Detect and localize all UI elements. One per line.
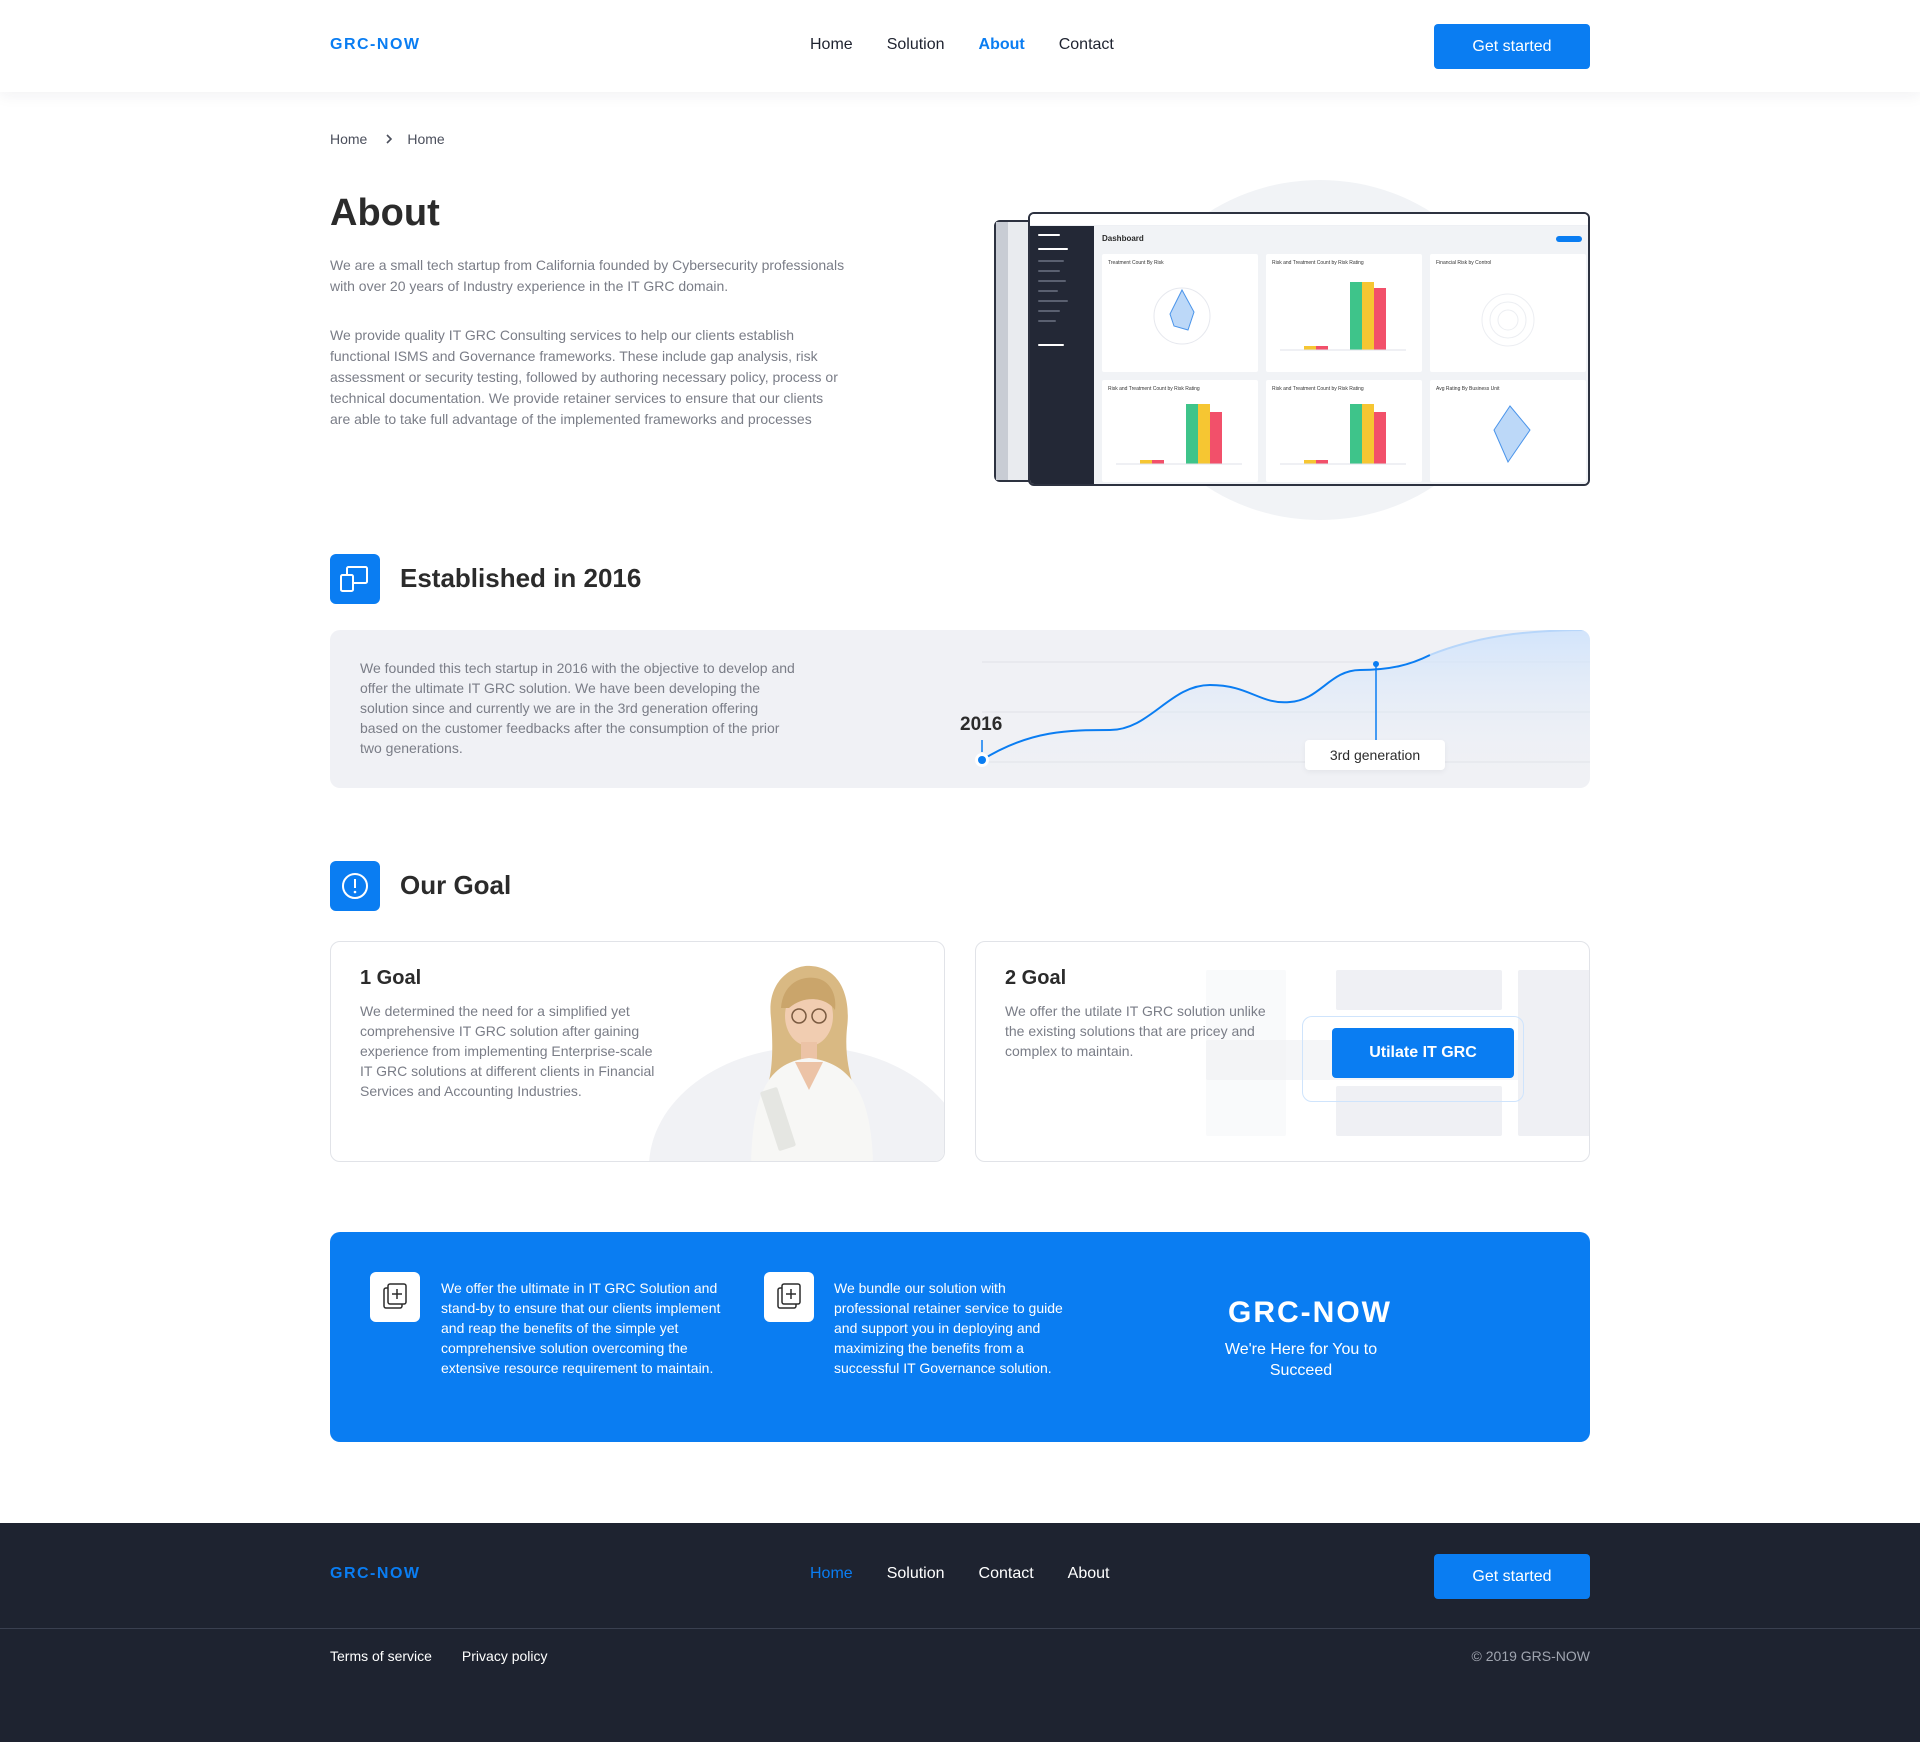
main-nav: Home Solution About Contact xyxy=(810,36,1148,54)
established-title: Established in 2016 xyxy=(400,563,642,593)
card-title: Financial Risk by Control xyxy=(1436,260,1492,266)
card-title: Avg Rating By Business Unit xyxy=(1436,386,1500,392)
site-footer: GRC-NOW Home Solution Contact About Get … xyxy=(0,1523,1920,1742)
established-panel: We founded this tech startup in 2016 wit… xyxy=(330,630,1590,788)
dashboard-card: Avg Rating By Business Unit xyxy=(1430,380,1586,482)
dashboard-card: Risk and Treatment Count by Risk Rating xyxy=(1102,380,1258,482)
about-paragraph-1: We are a small tech startup from Califor… xyxy=(330,257,845,294)
nav-contact[interactable]: Contact xyxy=(1059,36,1114,54)
card-title: Risk and Treatment Count by Risk Rating xyxy=(1272,260,1364,266)
get-started-button[interactable]: Get started xyxy=(1434,24,1590,69)
dashboard-content: Dashboard Treatment Count By Risk Risk a… xyxy=(1094,226,1588,484)
radar-chart-icon xyxy=(1493,405,1531,464)
radar-chart-icon xyxy=(1153,287,1211,345)
legal-links: Terms of service Privacy policy xyxy=(330,1648,578,1664)
footer-nav-home[interactable]: Home xyxy=(810,1565,853,1583)
footer-nav-solution[interactable]: Solution xyxy=(887,1565,945,1583)
bar-chart-icon xyxy=(1280,282,1406,351)
dashboard-card: Risk and Treatment Count by Risk Rating xyxy=(1266,254,1422,372)
terms-of-service-link[interactable]: Terms of service xyxy=(330,1648,432,1664)
goal-2-text: We offer the utilate IT GRC solution unl… xyxy=(1005,1003,1266,1059)
banner-tagline: We're Here for You to Succeed xyxy=(1224,1341,1378,1379)
chevron-right-icon xyxy=(385,131,393,147)
goal-1-text: We determined the need for a simplified … xyxy=(360,1003,655,1099)
generation-badge: 3rd generation xyxy=(1305,740,1445,770)
footer-divider xyxy=(0,1628,1920,1629)
dashboard-window: Dashboard Treatment Count By Risk Risk a… xyxy=(1028,212,1590,486)
nav-about[interactable]: About xyxy=(979,36,1025,54)
year-label: 2016 xyxy=(960,714,1003,735)
dashboard-card: Treatment Count By Risk xyxy=(1102,254,1258,372)
bar-chart-icon xyxy=(1280,404,1406,465)
banner-item-1-text: We offer the ultimate in IT GRC Solution… xyxy=(441,1280,721,1376)
page-title: About xyxy=(330,192,440,234)
logo[interactable]: GRC-NOW xyxy=(330,36,420,54)
empty-radar-icon xyxy=(1481,293,1535,347)
breadcrumb: Home Home xyxy=(330,131,445,147)
goal-2-title: 2 Goal xyxy=(1005,967,1067,989)
breadcrumb-current: Home xyxy=(407,131,445,147)
dashboard-pill xyxy=(1556,236,1582,242)
about-paragraph-2: We provide quality IT GRC Consulting ser… xyxy=(330,327,838,427)
banner-logo: GRC-NOW xyxy=(1228,1296,1392,1329)
goal-section-title: Our Goal xyxy=(400,870,512,900)
dashboard-illustration: Dashboard Treatment Count By Risk Risk a… xyxy=(990,180,1590,520)
banner-item-2-text: We bundle our solution with professional… xyxy=(834,1280,1063,1376)
card-title: Treatment Count By Risk xyxy=(1108,260,1164,266)
document-add-icon xyxy=(370,1272,420,1322)
info-circle-icon xyxy=(330,861,380,911)
goal-1-title: 1 Goal xyxy=(360,967,422,989)
footer-nav-about[interactable]: About xyxy=(1068,1565,1110,1583)
dashboard-sidebar xyxy=(1030,226,1094,484)
footer-get-started-button[interactable]: Get started xyxy=(1434,1554,1590,1599)
goal-card-1: 1 Goal We determined the need for a simp… xyxy=(330,941,945,1162)
copyright: © 2019 GRS-NOW xyxy=(1471,1648,1590,1664)
card-title: Risk and Treatment Count by Risk Rating xyxy=(1108,386,1200,392)
nav-home[interactable]: Home xyxy=(810,36,853,54)
nav-solution[interactable]: Solution xyxy=(887,36,945,54)
dashboard-card: Risk and Treatment Count by Risk Rating xyxy=(1266,380,1422,482)
goal-card-2: 2 Goal We offer the utilate IT GRC solut… xyxy=(975,941,1590,1162)
feature-banner: We offer the ultimate in IT GRC Solution… xyxy=(330,1232,1590,1442)
document-add-icon xyxy=(764,1272,814,1322)
footer-logo[interactable]: GRC-NOW xyxy=(330,1565,420,1583)
devices-icon xyxy=(330,554,380,604)
card-title: Risk and Treatment Count by Risk Rating xyxy=(1272,386,1364,392)
utilate-it-grc-button[interactable]: Utilate IT GRC xyxy=(1332,1028,1514,1078)
privacy-policy-link[interactable]: Privacy policy xyxy=(462,1648,548,1664)
dashboard-title: Dashboard xyxy=(1102,234,1144,243)
bar-chart-icon xyxy=(1116,404,1242,465)
dashboard-card: Financial Risk by Control xyxy=(1430,254,1586,372)
footer-nav: Home Solution Contact About xyxy=(810,1565,1143,1583)
breadcrumb-home-link[interactable]: Home xyxy=(330,131,367,147)
footer-nav-contact[interactable]: Contact xyxy=(979,1565,1034,1583)
woman-portrait-image xyxy=(751,965,873,1161)
site-header: GRC-NOW Home Solution About Contact Get … xyxy=(0,0,1920,92)
